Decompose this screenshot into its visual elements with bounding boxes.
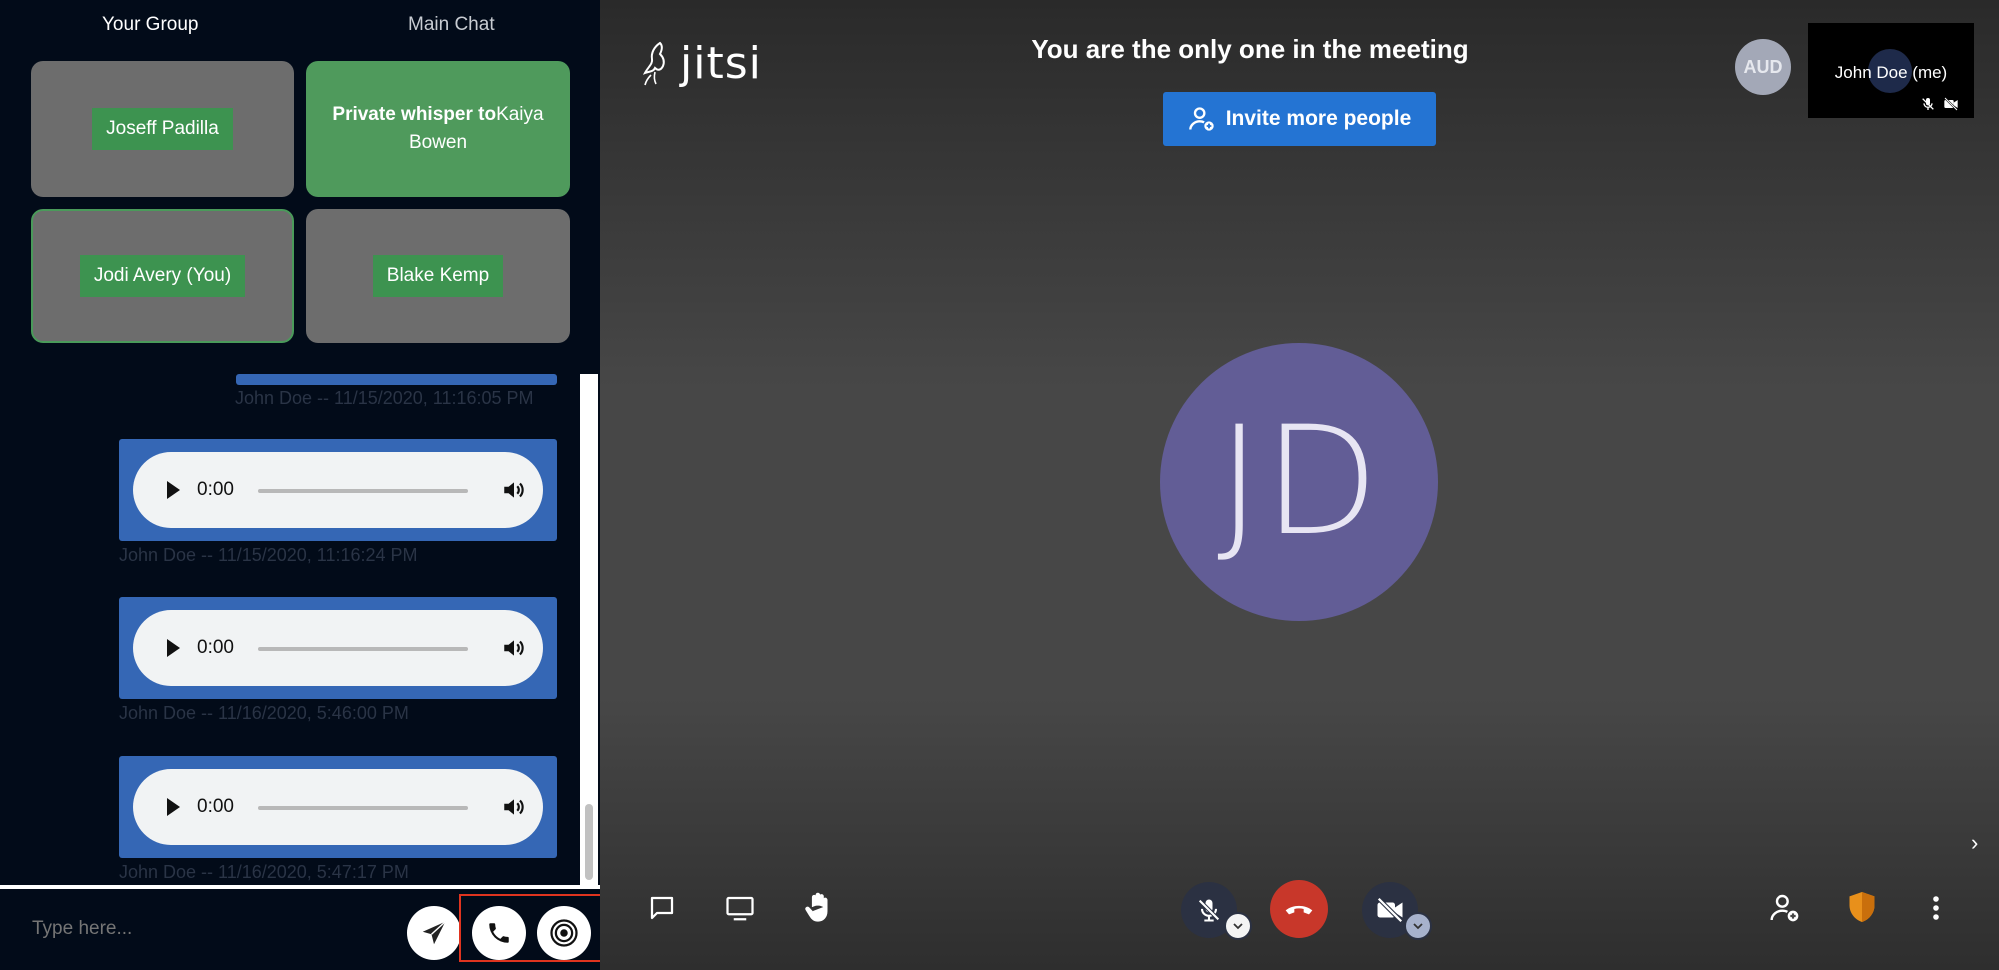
group-tile-whisper[interactable]: Private whisper toKaiya Bowen	[306, 61, 570, 197]
participant-name-tag: Joseff Padilla	[92, 108, 233, 150]
invite-more-people-button[interactable]: Invite more people	[1163, 92, 1436, 146]
audio-player[interactable]: 0:00	[133, 769, 543, 845]
audio-message-bubble: 0:00	[119, 439, 557, 541]
participant-name-tag: Jodi Avery (You)	[79, 255, 246, 297]
chat-icon	[650, 896, 674, 920]
hangup-icon	[1285, 905, 1313, 915]
audio-progress-track[interactable]	[258, 647, 468, 651]
whisper-label: Private whisper toKaiya Bowen	[306, 101, 570, 157]
group-tile-joseff[interactable]: Joseff Padilla	[31, 61, 294, 197]
hangup-button[interactable]	[1270, 880, 1328, 938]
more-options-button[interactable]	[1921, 889, 1951, 927]
mic-muted-icon	[1198, 899, 1220, 922]
mic-options-button[interactable]	[1224, 912, 1252, 940]
participant-name-tag: Blake Kemp	[372, 255, 504, 297]
message-meta: John Doe -- 11/16/2020, 5:47:17 PM	[119, 862, 409, 882]
meeting-stage: jitsi You are the only one in the meetin…	[600, 0, 1999, 970]
chat-message-list[interactable]: John Doe -- 11/15/2020, 11:16:05 PM 0:00…	[0, 374, 582, 886]
jitsi-bird-icon	[642, 41, 665, 85]
audio-message-bubble	[236, 374, 557, 385]
more-options-icon	[1933, 896, 1939, 920]
message-meta: John Doe -- 11/15/2020, 11:16:05 PM	[235, 388, 534, 408]
chevron-right-icon[interactable]: ›	[1971, 830, 1978, 856]
chat-input[interactable]	[30, 917, 374, 941]
audio-progress-track[interactable]	[258, 806, 468, 810]
participant-avatar: JD	[1160, 343, 1438, 621]
jitsi-logo[interactable]: jitsi	[642, 38, 762, 89]
audio-player[interactable]: 0:00	[133, 452, 543, 528]
audio-progress-track[interactable]	[258, 489, 468, 493]
panel-tabs: Your Group Main Chat	[0, 0, 600, 48]
chat-scrollbar[interactable]	[580, 374, 598, 886]
audio-time: 0:00	[197, 796, 234, 817]
tab-your-group[interactable]: Your Group	[102, 14, 198, 36]
send-icon	[422, 921, 446, 945]
audio-participant-badge[interactable]: AUD	[1735, 39, 1791, 95]
message-meta: John Doe -- 11/15/2020, 11:16:24 PM	[119, 545, 418, 565]
play-icon[interactable]	[167, 798, 180, 816]
scrollbar-thumb[interactable]	[585, 804, 593, 880]
message-meta: John Doe -- 11/16/2020, 5:46:00 PM	[119, 703, 409, 723]
chat-toggle-button[interactable]	[644, 890, 680, 926]
meeting-status: You are the only one in the meeting	[1031, 34, 1469, 64]
self-video-tile[interactable]: John Doe (me)	[1808, 23, 1974, 118]
side-panel: Your Group Main Chat Joseff Padilla Priv…	[0, 0, 605, 970]
play-icon[interactable]	[167, 481, 180, 499]
audio-message-bubble: 0:00	[119, 756, 557, 858]
audio-time: 0:00	[197, 479, 234, 500]
chevron-down-icon	[1413, 923, 1423, 930]
audio-player[interactable]: 0:00	[133, 610, 543, 686]
group-tile-blake[interactable]: Blake Kemp	[306, 209, 570, 343]
raise-hand-icon	[805, 892, 828, 922]
mic-muted-small-icon	[1922, 98, 1934, 110]
security-options-button[interactable]	[1843, 887, 1881, 927]
tab-main-chat[interactable]: Main Chat	[408, 14, 495, 36]
screenshare-button[interactable]	[720, 890, 760, 926]
invite-person-icon	[1188, 107, 1214, 131]
self-name: John Doe (me)	[1834, 63, 1948, 82]
volume-icon[interactable]	[501, 635, 527, 661]
invite-toolbar-button[interactable]	[1766, 889, 1804, 927]
whisper-prefix: Private whisper to	[332, 104, 497, 125]
logo-text: jitsi	[680, 38, 762, 89]
screenshare-icon	[726, 896, 754, 921]
invite-person-icon	[1770, 894, 1799, 922]
group-tile-you[interactable]: Jodi Avery (You)	[31, 209, 294, 343]
camera-options-button[interactable]	[1404, 912, 1432, 940]
chevron-down-icon	[1233, 923, 1243, 930]
volume-icon[interactable]	[501, 794, 527, 820]
send-button[interactable]	[407, 906, 461, 960]
play-icon[interactable]	[167, 639, 180, 657]
volume-icon[interactable]	[501, 477, 527, 503]
audio-message-bubble: 0:00	[119, 597, 557, 699]
camera-off-icon	[1377, 897, 1403, 923]
camera-off-small-icon	[1944, 97, 1958, 111]
highlight-box	[459, 894, 605, 962]
raise-hand-button[interactable]	[798, 887, 838, 927]
invite-label: Invite more people	[1225, 107, 1412, 130]
security-shield-icon	[1849, 892, 1875, 922]
audio-time: 0:00	[197, 637, 234, 658]
